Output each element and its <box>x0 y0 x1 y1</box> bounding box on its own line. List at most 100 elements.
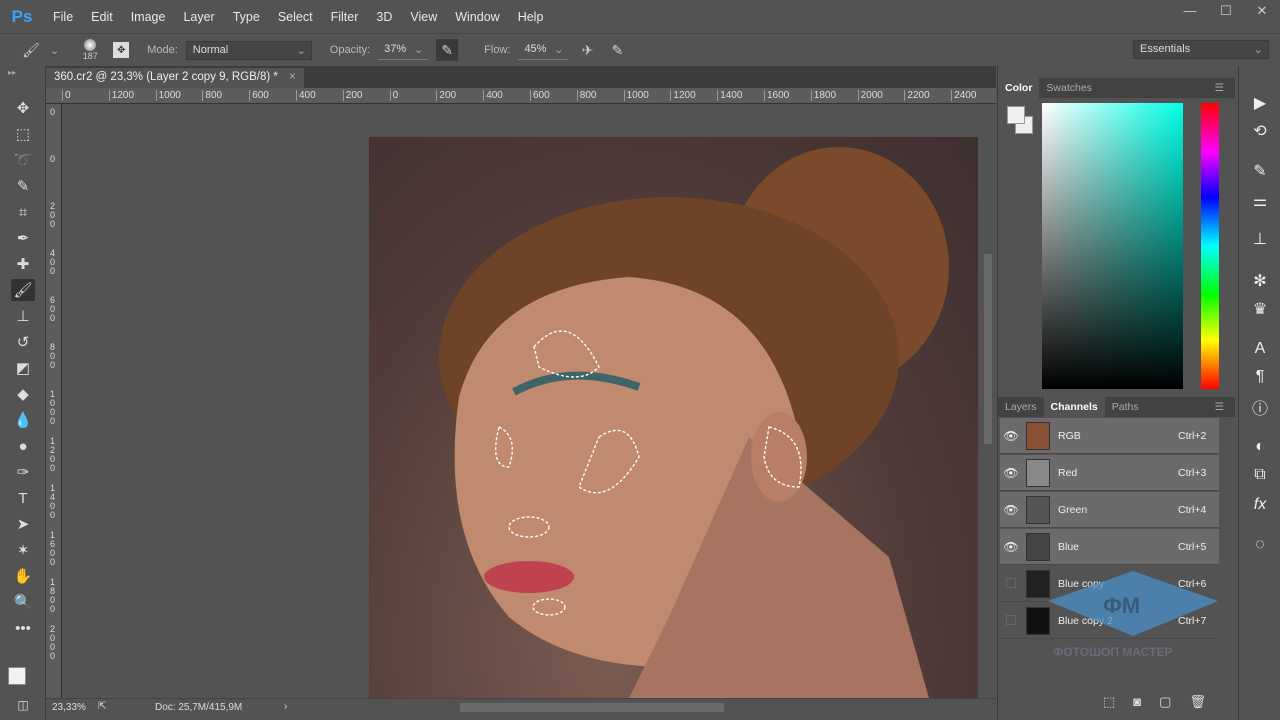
eyedropper-tool-icon[interactable]: ✒ <box>11 227 35 249</box>
menu-type[interactable]: Type <box>224 10 269 24</box>
adjustments-layer-icon[interactable]: ◐ <box>1248 436 1272 458</box>
play-actions-icon[interactable]: ▶ <box>1248 92 1272 114</box>
pressure-opacity-icon[interactable]: ✎ <box>436 39 459 61</box>
hue-slider[interactable] <box>1201 103 1219 389</box>
more-tools-icon[interactable]: ••• <box>11 617 35 639</box>
opacity-field[interactable]: 37% ⌄ <box>378 41 429 60</box>
mode-select[interactable]: Normal ⌄ <box>185 40 312 60</box>
paint-bucket-tool-icon[interactable]: ◆ <box>11 383 35 405</box>
chevron-down-icon[interactable]: ⌄ <box>50 44 59 57</box>
workspace-select[interactable]: Essentials ⌄ <box>1133 40 1269 59</box>
properties-icon[interactable]: ✻ <box>1248 270 1272 292</box>
clone-stamp-tool-icon[interactable]: ⊥ <box>11 305 35 327</box>
menu-image[interactable]: Image <box>122 10 175 24</box>
eraser-tool-icon[interactable]: ◩ <box>11 357 35 379</box>
menu-help[interactable]: Help <box>509 10 553 24</box>
brush-panel-icon[interactable]: ✎ <box>1248 160 1272 182</box>
load-selection-icon[interactable]: ⬚ <box>1103 694 1115 710</box>
channel-row-blue-copy[interactable]: Blue copy Ctrl+6 <box>1000 566 1219 602</box>
menu-select[interactable]: Select <box>269 10 322 24</box>
character-icon[interactable]: A <box>1248 338 1272 360</box>
dodge-tool-icon[interactable]: ● <box>11 435 35 457</box>
foreground-color-swatch[interactable] <box>1007 106 1025 124</box>
canvas-area[interactable] <box>62 104 978 698</box>
eye-icon[interactable]: 👁 <box>1000 429 1022 443</box>
export-icon[interactable]: ⇱ <box>98 701 106 712</box>
eye-icon[interactable]: 👁 <box>1000 466 1022 480</box>
healing-brush-tool-icon[interactable]: ✚ <box>11 253 35 275</box>
eye-icon[interactable]: 👁 <box>1000 540 1022 554</box>
menu-layer[interactable]: Layer <box>174 10 223 24</box>
document-tab[interactable]: 360.cr2 @ 23,3% (Layer 2 copy 9, RGB/8) … <box>46 68 304 88</box>
horizontal-scrollbar[interactable] <box>460 703 724 712</box>
status-menu-arrow-icon[interactable]: › <box>284 701 287 712</box>
color-field[interactable] <box>1042 103 1183 389</box>
paragraph-icon[interactable]: ¶ <box>1248 366 1272 388</box>
blur-tool-icon[interactable]: 💧 <box>11 409 35 431</box>
glyphs-icon[interactable]: ♛ <box>1248 298 1272 320</box>
3d-icon[interactable]: ⧉ <box>1248 464 1272 486</box>
visibility-toggle[interactable] <box>1000 577 1022 591</box>
visibility-toggle[interactable] <box>1000 614 1022 628</box>
airbrush-icon[interactable]: ✈ <box>576 39 598 61</box>
lasso-tool-icon[interactable]: ➰ <box>11 149 35 171</box>
path-selection-tool-icon[interactable]: ➤ <box>11 513 35 535</box>
quick-mask-icon[interactable]: ◫ <box>11 694 35 716</box>
info-icon[interactable]: ⓘ <box>1248 396 1272 418</box>
zoom-tool-icon[interactable]: 🔍 <box>11 591 35 613</box>
menu-filter[interactable]: Filter <box>322 10 368 24</box>
type-tool-icon[interactable]: T <box>11 487 35 509</box>
brush-tool-icon[interactable]: 🖌 <box>11 279 35 301</box>
clone-source-icon[interactable]: ⊥ <box>1248 228 1272 250</box>
foreground-color-swatch[interactable] <box>8 667 26 685</box>
tab-layers[interactable]: Layers <box>998 397 1044 417</box>
flow-field[interactable]: 45% ⌄ <box>518 41 569 60</box>
minimize-icon[interactable]: — <box>1172 0 1208 22</box>
channel-row-rgb[interactable]: 👁 RGB Ctrl+2 <box>1000 418 1219 454</box>
hand-tool-icon[interactable]: ✋ <box>11 565 35 587</box>
collapse-icon[interactable]: ▸▸ <box>8 68 16 77</box>
history-brush-tool-icon[interactable]: ↺ <box>11 331 35 353</box>
zoom-level[interactable]: 23,33% <box>52 702 86 713</box>
crop-tool-icon[interactable]: ⌗ <box>11 201 35 223</box>
channel-row-red[interactable]: 👁 Red Ctrl+3 <box>1000 455 1219 491</box>
channel-row-blue-copy-2[interactable]: Blue copy 2 Ctrl+7 <box>1000 603 1219 639</box>
custom-shape-tool-icon[interactable]: ✶ <box>11 539 35 561</box>
panel-menu-icon[interactable]: ☰ <box>1208 78 1231 98</box>
quick-selection-tool-icon[interactable]: ✎ <box>11 175 35 197</box>
tab-paths[interactable]: Paths <box>1105 397 1146 417</box>
tab-swatches[interactable]: Swatches <box>1039 78 1099 98</box>
scroll-thumb[interactable] <box>984 254 992 444</box>
panel-menu-icon[interactable]: ☰ <box>1208 397 1231 417</box>
restore-icon[interactable]: ☐ <box>1208 0 1244 22</box>
save-selection-icon[interactable]: ◙ <box>1133 694 1141 710</box>
navigator-icon[interactable]: ◌ <box>1248 534 1272 556</box>
menu-file[interactable]: File <box>44 10 82 24</box>
menu-window[interactable]: Window <box>446 10 508 24</box>
tab-color[interactable]: Color <box>998 78 1040 98</box>
eye-icon[interactable]: 👁 <box>1000 503 1022 517</box>
close-icon[interactable]: ✕ <box>1244 0 1280 22</box>
pen-tool-icon[interactable]: ✑ <box>11 461 35 483</box>
menu-edit[interactable]: Edit <box>82 10 122 24</box>
vertical-scrollbar[interactable] <box>980 104 996 698</box>
brush-size-picker[interactable]: 187 <box>75 39 105 61</box>
menu-3d[interactable]: 3D <box>367 10 401 24</box>
ruler-tick-label: 1 2 0 0 <box>50 436 56 473</box>
tab-channels[interactable]: Channels <box>1043 397 1105 417</box>
menu-view[interactable]: View <box>401 10 446 24</box>
channel-row-blue[interactable]: 👁 Blue Ctrl+5 <box>1000 529 1219 565</box>
marquee-tool-icon[interactable]: ⬚ <box>11 123 35 145</box>
brush-panel-icon[interactable]: ✥ <box>113 42 130 58</box>
styles-fx-icon[interactable]: fx <box>1248 494 1272 516</box>
delete-channel-icon[interactable]: 🗑 <box>1189 694 1206 710</box>
document-image[interactable] <box>369 137 978 698</box>
channel-row-green[interactable]: 👁 Green Ctrl+4 <box>1000 492 1219 528</box>
pressure-size-icon[interactable]: ✎ <box>606 39 628 61</box>
new-channel-icon[interactable]: ▢ <box>1159 694 1171 710</box>
close-tab-icon[interactable]: × <box>289 71 296 83</box>
adjustments-icon[interactable]: ⚌ <box>1248 190 1272 212</box>
history-icon[interactable]: ⟲ <box>1248 120 1272 142</box>
move-tool-icon[interactable]: ✥ <box>11 97 35 119</box>
brush-tool-preset-icon[interactable]: 🖌 <box>20 39 42 61</box>
